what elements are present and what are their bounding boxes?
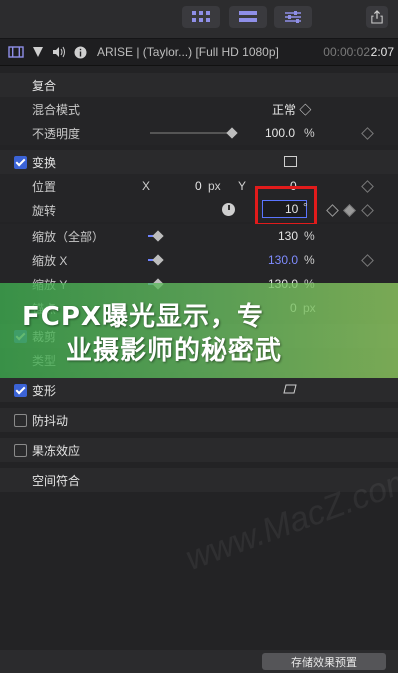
rotation-row: 旋转: [0, 198, 398, 222]
distort-checkbox[interactable]: [14, 383, 27, 397]
stabilize-section[interactable]: 防抖动: [0, 408, 398, 432]
inspector-button[interactable]: [274, 6, 312, 28]
sliders-icon: [285, 11, 301, 23]
opacity-row: 不透明度 100.0 %: [0, 121, 398, 145]
rotation-keyframe-icon[interactable]: [361, 204, 374, 217]
composite-label: 复合: [32, 78, 57, 93]
banner-line-2: 业摄影师的秘密武: [66, 336, 283, 366]
spatial-conform-label: 空间符合: [32, 473, 81, 488]
scale-x-row: 缩放 X 130.0 %: [0, 248, 398, 272]
speaker-icon[interactable]: [52, 46, 66, 58]
distort-section[interactable]: 变形: [0, 378, 398, 402]
opacity-slider[interactable]: [150, 132, 235, 134]
scale-all-unit: %: [304, 229, 315, 243]
banner-line-1: FCPX曝光显示，专: [22, 302, 264, 332]
rolling-shutter-section[interactable]: 果冻效应: [0, 438, 398, 462]
scale-all-knob[interactable]: [152, 230, 164, 242]
scale-x-value[interactable]: 130.0: [268, 253, 298, 267]
video-icon[interactable]: [8, 46, 24, 58]
duration: 2:07: [370, 45, 394, 59]
scale-x-knob[interactable]: [152, 254, 164, 266]
position-y-label: Y: [238, 179, 247, 193]
grid-icon: [192, 11, 210, 22]
transform-overlay-icon[interactable]: [284, 156, 297, 167]
transform-checkbox[interactable]: [14, 155, 27, 169]
prev-keyframe-icon[interactable]: [326, 204, 339, 217]
scale-x-unit: %: [304, 253, 315, 267]
blend-mode-label: 混合模式: [32, 102, 81, 117]
opacity-keyframe-icon[interactable]: [361, 127, 374, 140]
rotation-label: 旋转: [32, 203, 57, 218]
scale-all-row: 缩放（全部） 130 %: [0, 224, 398, 248]
filter-icon[interactable]: [32, 46, 44, 58]
save-effects-preset-button[interactable]: 存储效果预置: [262, 653, 386, 670]
scale-x-label: 缩放 X: [32, 253, 68, 268]
info-icon[interactable]: [74, 46, 87, 59]
add-keyframe-icon[interactable]: [343, 204, 356, 217]
opacity-label: 不透明度: [32, 126, 81, 141]
position-label: 位置: [32, 179, 57, 194]
position-row: 位置 X 0 px Y 0: [0, 174, 398, 198]
rolling-shutter-label: 果冻效应: [32, 443, 81, 458]
opacity-unit: %: [304, 126, 315, 140]
blend-mode-select[interactable]: 正常 ◇: [272, 101, 311, 118]
top-toolbar: [0, 0, 398, 39]
position-x-value[interactable]: 0: [195, 179, 202, 193]
composite-section[interactable]: 复合: [0, 73, 398, 97]
timecode: 00:00:02: [323, 45, 370, 59]
grid-view-button[interactable]: [182, 6, 220, 28]
banner-title: FCPX曝光显示，专 业摄影师的秘密武: [22, 300, 382, 368]
opacity-slider-knob[interactable]: [226, 127, 238, 139]
share-icon: [371, 10, 383, 24]
transform-label: 变换: [32, 155, 57, 170]
inspector-header: ARISE | (Taylor...) [Full HD 1080p] 00:0…: [0, 39, 398, 66]
position-keyframe-icon[interactable]: [361, 180, 374, 193]
rolling-shutter-checkbox[interactable]: [14, 443, 27, 457]
share-button[interactable]: [366, 6, 388, 28]
transform-section[interactable]: 变换: [0, 150, 398, 174]
stabilize-checkbox[interactable]: [14, 413, 27, 427]
scale-x-keyframe-icon[interactable]: [361, 254, 374, 267]
timeline-icon: [239, 11, 257, 22]
timeline-view-button[interactable]: [229, 6, 267, 28]
position-x-label: X: [142, 179, 151, 193]
inspector-footer: 存储效果预置: [0, 650, 398, 673]
distort-label: 变形: [32, 383, 57, 398]
opacity-value[interactable]: 100.0: [265, 126, 295, 140]
position-x-unit: px: [208, 179, 221, 193]
scale-all-value[interactable]: 130: [278, 229, 298, 243]
clip-name: ARISE | (Taylor...) [Full HD 1080p]: [97, 45, 279, 59]
rotation-dial-icon[interactable]: [222, 203, 235, 216]
scale-all-label: 缩放（全部）: [32, 229, 105, 244]
distort-overlay-icon[interactable]: [283, 384, 297, 394]
rotation-highlight-box: [255, 186, 317, 226]
stabilize-label: 防抖动: [32, 413, 69, 428]
blend-mode-row: 混合模式 正常 ◇: [0, 97, 398, 121]
